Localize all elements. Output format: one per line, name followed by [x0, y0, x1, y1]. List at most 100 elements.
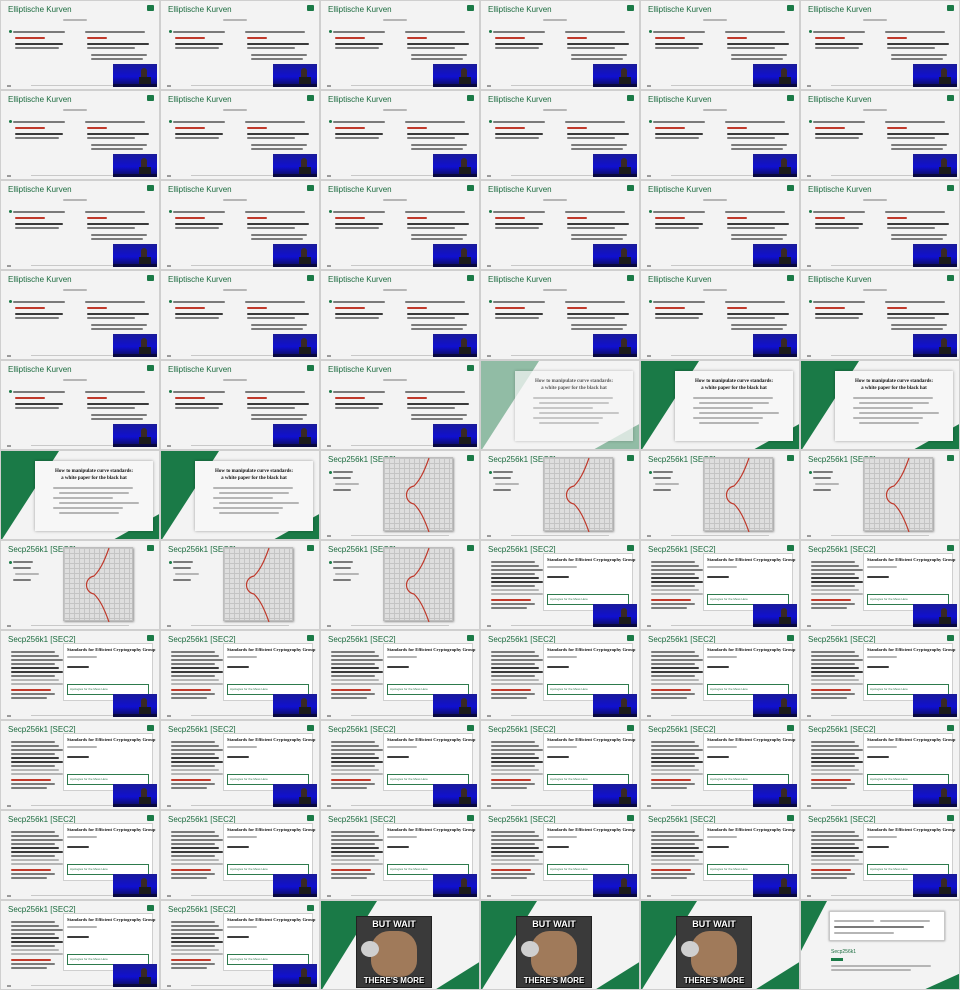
text-line — [331, 675, 375, 677]
text-line — [11, 773, 63, 775]
text-line — [173, 561, 193, 563]
text-line — [85, 391, 145, 393]
university-logo — [787, 5, 794, 16]
logo-mark — [627, 95, 634, 101]
text-line — [15, 127, 45, 129]
text-line — [651, 843, 695, 845]
page-number — [807, 715, 811, 717]
footer-rule — [511, 535, 609, 536]
sec-doc-box-label: Apologies for the Mess Here — [870, 777, 908, 781]
university-logo — [147, 545, 154, 556]
text-line — [815, 223, 863, 225]
stage — [273, 264, 317, 267]
university-logo — [307, 365, 314, 376]
text-line — [331, 787, 367, 789]
footer-rule — [831, 535, 929, 536]
text-line — [91, 324, 147, 326]
text-line — [11, 929, 63, 931]
text-line — [11, 959, 51, 961]
page-number — [807, 265, 811, 267]
text-line — [565, 31, 625, 33]
speaker-video — [593, 64, 637, 87]
text-line — [11, 839, 63, 841]
text-line — [331, 859, 379, 861]
text-line — [887, 317, 935, 319]
text-line — [335, 227, 379, 229]
text-line — [731, 148, 783, 150]
slide-thumbnail: BUT WAIT THERE'S MORE — [640, 900, 800, 990]
slide-thumbnail: Secp256k1 [SEC2] Standards for Efficient … — [640, 810, 800, 900]
slide-thumbnail: Secp256k1 [SEC2] Standards for Efficient … — [320, 810, 480, 900]
speaker-video — [753, 334, 797, 357]
text-line — [91, 58, 143, 60]
slide-thumbnail: BUT WAIT THERE'S MORE — [480, 900, 640, 990]
speaker-video — [433, 64, 477, 87]
text-line — [331, 753, 375, 755]
text-line — [67, 746, 97, 748]
text-line — [331, 863, 383, 865]
text-line — [331, 671, 383, 673]
page-number — [487, 265, 491, 267]
text-line — [11, 953, 63, 955]
text-line — [87, 37, 107, 39]
stage — [113, 444, 157, 447]
text-line — [493, 489, 511, 491]
text-line — [63, 199, 87, 201]
text-line — [491, 765, 535, 767]
page-number — [7, 445, 11, 447]
curve-plot — [543, 457, 613, 532]
text-line — [407, 137, 455, 139]
text-line — [651, 679, 699, 681]
stage — [113, 894, 157, 897]
sec-doc-box-label: Apologies for the Mess Here — [70, 957, 108, 961]
text-line — [811, 565, 859, 567]
text-line — [493, 301, 545, 303]
text-line — [91, 234, 147, 236]
text-line — [247, 307, 267, 309]
progress-green-bar — [831, 958, 843, 961]
bullet — [329, 300, 332, 303]
text-line — [651, 655, 699, 657]
sec-doc-title: Standards for Efficient Cryptography Gro… — [707, 647, 796, 652]
text-line — [11, 671, 63, 673]
slide-thumbnail: Secp256k1 [SEC2] Standards for Efficient … — [640, 540, 800, 630]
university-logo — [147, 365, 154, 376]
screenshot — [829, 911, 945, 941]
text-line — [727, 133, 789, 135]
text-line — [53, 487, 133, 489]
text-line — [247, 403, 309, 405]
meme-face — [531, 931, 577, 977]
sec-doc-title: Standards for Efficient Cryptography Gro… — [707, 557, 796, 562]
university-logo — [787, 95, 794, 106]
text-line — [813, 121, 865, 123]
text-line — [731, 58, 783, 60]
university-logo — [467, 545, 474, 556]
logo-mark — [307, 275, 314, 281]
university-logo — [627, 275, 634, 286]
text-line — [331, 745, 379, 747]
text-line — [223, 199, 247, 201]
text-line — [11, 831, 55, 833]
text-line — [15, 573, 39, 575]
meme-bottom-text: THERE'S MORE — [523, 976, 585, 985]
text-line — [693, 417, 763, 419]
page-number — [167, 85, 171, 87]
page-number — [487, 85, 491, 87]
text-line — [651, 683, 703, 685]
text-line — [247, 127, 267, 129]
text-line — [59, 492, 129, 494]
text-line — [173, 391, 225, 393]
logo-mark — [307, 5, 314, 11]
bullet — [169, 561, 172, 564]
sec-doc-box-label: Apologies for the Mess Here — [70, 777, 108, 781]
footer-rule — [31, 625, 129, 626]
text-line — [491, 663, 535, 665]
text-line — [653, 489, 671, 491]
sec-doc-title: Standards for Efficient Cryptography Gro… — [867, 827, 956, 832]
text-line — [11, 655, 59, 657]
text-line — [867, 566, 897, 568]
text-line — [547, 576, 569, 578]
logo-mark — [467, 95, 474, 101]
bullet — [329, 30, 332, 33]
text-line — [571, 324, 627, 326]
